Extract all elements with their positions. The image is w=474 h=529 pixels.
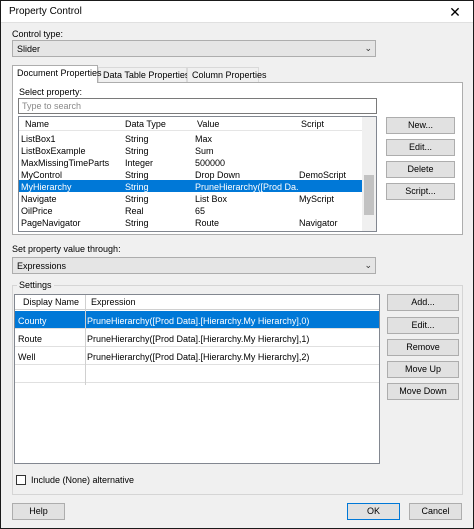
cell-data-type: String xyxy=(125,194,149,204)
add-setting-button[interactable]: Add... xyxy=(387,294,459,311)
cell-script: DemoScript xyxy=(299,170,347,180)
cell-value: List Box xyxy=(195,194,228,204)
property-row[interactable]: MaxMissingTimeParts Integer 500000 xyxy=(19,156,363,168)
move-up-button[interactable]: Move Up xyxy=(387,361,459,378)
column-header-data-type[interactable]: Data Type xyxy=(125,119,166,129)
window-title: Property Control xyxy=(9,6,82,17)
select-property-label: Select property: xyxy=(19,87,83,97)
cell-name: Navigate xyxy=(21,194,57,204)
column-header-display-name[interactable]: Display Name xyxy=(23,297,79,307)
chevron-down-icon: ⌄ xyxy=(364,43,372,53)
cell-name: ListBox1 xyxy=(21,134,56,144)
property-list-header: Name Data Type Value Script xyxy=(19,117,363,131)
cell-data-type: Integer xyxy=(125,158,154,168)
new-property-button[interactable]: New... xyxy=(386,117,455,134)
cell-script: Navigator xyxy=(299,218,338,228)
cell-value: Route xyxy=(195,218,220,228)
column-divider xyxy=(85,295,86,385)
cell-value: 500000 xyxy=(195,158,226,168)
cell-data-type: String xyxy=(125,182,149,192)
cell-display-name: County xyxy=(18,316,47,326)
column-header-expression[interactable]: Expression xyxy=(91,297,136,307)
settings-row-selected[interactable]: County PruneHierarchy([Prod Data].[Hiera… xyxy=(15,311,379,329)
cell-name: PageNavigator xyxy=(21,218,81,228)
settings-group-label: Settings xyxy=(17,280,54,290)
property-row[interactable]: MyControl String Drop Down DemoScript xyxy=(19,168,363,180)
property-row[interactable]: PageNavigator String Route Navigator xyxy=(19,216,363,228)
cell-data-type: String xyxy=(125,170,149,180)
cell-name: MyHierarchy xyxy=(21,182,72,192)
property-row-selected[interactable]: MyHierarchy String PruneHierarchy([Prod … xyxy=(19,180,363,192)
tab-label: Document Properties xyxy=(17,68,102,78)
ok-button[interactable]: OK xyxy=(347,503,400,520)
cell-value: Max xyxy=(195,134,213,144)
cell-value: Drop Down xyxy=(195,170,241,180)
property-row[interactable]: OilPrice Real 65 xyxy=(19,204,363,216)
column-header-name[interactable]: Name xyxy=(25,119,49,129)
property-row[interactable]: ListBoxExample String Sum xyxy=(19,144,363,156)
settings-row[interactable]: Route PruneHierarchy([Prod Data].[Hierar… xyxy=(15,329,379,347)
tab-label: Column Properties xyxy=(192,70,267,80)
control-type-label: Control type: xyxy=(12,29,64,39)
chevron-down-icon: ⌄ xyxy=(364,260,372,270)
tab-column-properties[interactable]: Column Properties xyxy=(187,67,267,83)
script-button[interactable]: Script... xyxy=(386,183,455,200)
cell-data-type: String xyxy=(125,218,149,228)
set-through-value: Expressions xyxy=(17,261,67,271)
cell-expression: PruneHierarchy([Prod Data].[Hierarchy.My… xyxy=(87,316,310,326)
cell-name: MyControl xyxy=(21,170,63,180)
help-button[interactable]: Help xyxy=(12,503,65,520)
move-down-button[interactable]: Move Down xyxy=(387,383,459,400)
cell-name: MaxMissingTimeParts xyxy=(21,158,110,168)
cell-data-type: String xyxy=(125,134,149,144)
cell-expression: PruneHierarchy([Prod Data].[Hierarchy.My… xyxy=(87,334,310,344)
title-bar: Property Control ✕ xyxy=(1,1,473,23)
column-header-value[interactable]: Value xyxy=(197,119,219,129)
scrollbar-thumb[interactable] xyxy=(364,175,374,215)
cancel-button[interactable]: Cancel xyxy=(409,503,462,520)
settings-grid-header: Display Name Expression xyxy=(15,295,379,310)
cell-name: OilPrice xyxy=(21,206,53,216)
property-search-input[interactable]: Type to search xyxy=(18,98,377,114)
include-none-checkbox[interactable] xyxy=(16,475,26,485)
cell-display-name: Route xyxy=(18,334,43,344)
cell-value: Sum xyxy=(195,146,214,156)
delete-property-button[interactable]: Delete xyxy=(386,161,455,178)
settings-row-empty[interactable] xyxy=(15,365,379,383)
column-header-script[interactable]: Script xyxy=(301,119,324,129)
edit-setting-button[interactable]: Edit... xyxy=(387,317,459,334)
cell-script: MyScript xyxy=(299,194,335,204)
cell-value: PruneHierarchy([Prod Da... xyxy=(195,182,299,192)
tab-label: Data Table Properties xyxy=(103,70,190,80)
tab-document-properties[interactable]: Document Properties xyxy=(12,65,102,83)
cell-expression: PruneHierarchy([Prod Data].[Hierarchy.My… xyxy=(87,352,310,362)
edit-property-button[interactable]: Edit... xyxy=(386,139,455,156)
cell-display-name: Well xyxy=(18,352,36,362)
control-type-dropdown[interactable]: Slider ⌄ xyxy=(12,40,376,57)
search-placeholder: Type to search xyxy=(22,101,82,111)
remove-setting-button[interactable]: Remove xyxy=(387,339,459,356)
property-row[interactable]: ListBox1 String Max xyxy=(19,132,363,144)
cell-value: 65 xyxy=(195,206,206,216)
set-through-label: Set property value through: xyxy=(12,244,121,254)
cell-name: ListBoxExample xyxy=(21,146,86,156)
tab-data-table-properties[interactable]: Data Table Properties xyxy=(98,67,190,83)
property-row[interactable]: Navigate String List Box MyScript xyxy=(19,192,363,204)
set-through-dropdown[interactable]: Expressions ⌄ xyxy=(12,257,376,274)
cell-data-type: String xyxy=(125,146,149,156)
property-list[interactable]: Name Data Type Value Script ListBox1 Str… xyxy=(18,116,377,232)
include-none-label[interactable]: Include (None) alternative xyxy=(31,475,134,485)
cell-data-type: Real xyxy=(125,206,144,216)
control-type-value: Slider xyxy=(17,44,41,54)
property-control-dialog: Property Control ✕ Control type: Slider … xyxy=(0,0,474,529)
property-list-scrollbar[interactable] xyxy=(362,117,376,231)
close-icon[interactable]: ✕ xyxy=(437,1,473,23)
settings-row[interactable]: Well PruneHierarchy([Prod Data].[Hierarc… xyxy=(15,347,379,365)
settings-grid[interactable]: Display Name Expression County PruneHier… xyxy=(14,294,380,464)
